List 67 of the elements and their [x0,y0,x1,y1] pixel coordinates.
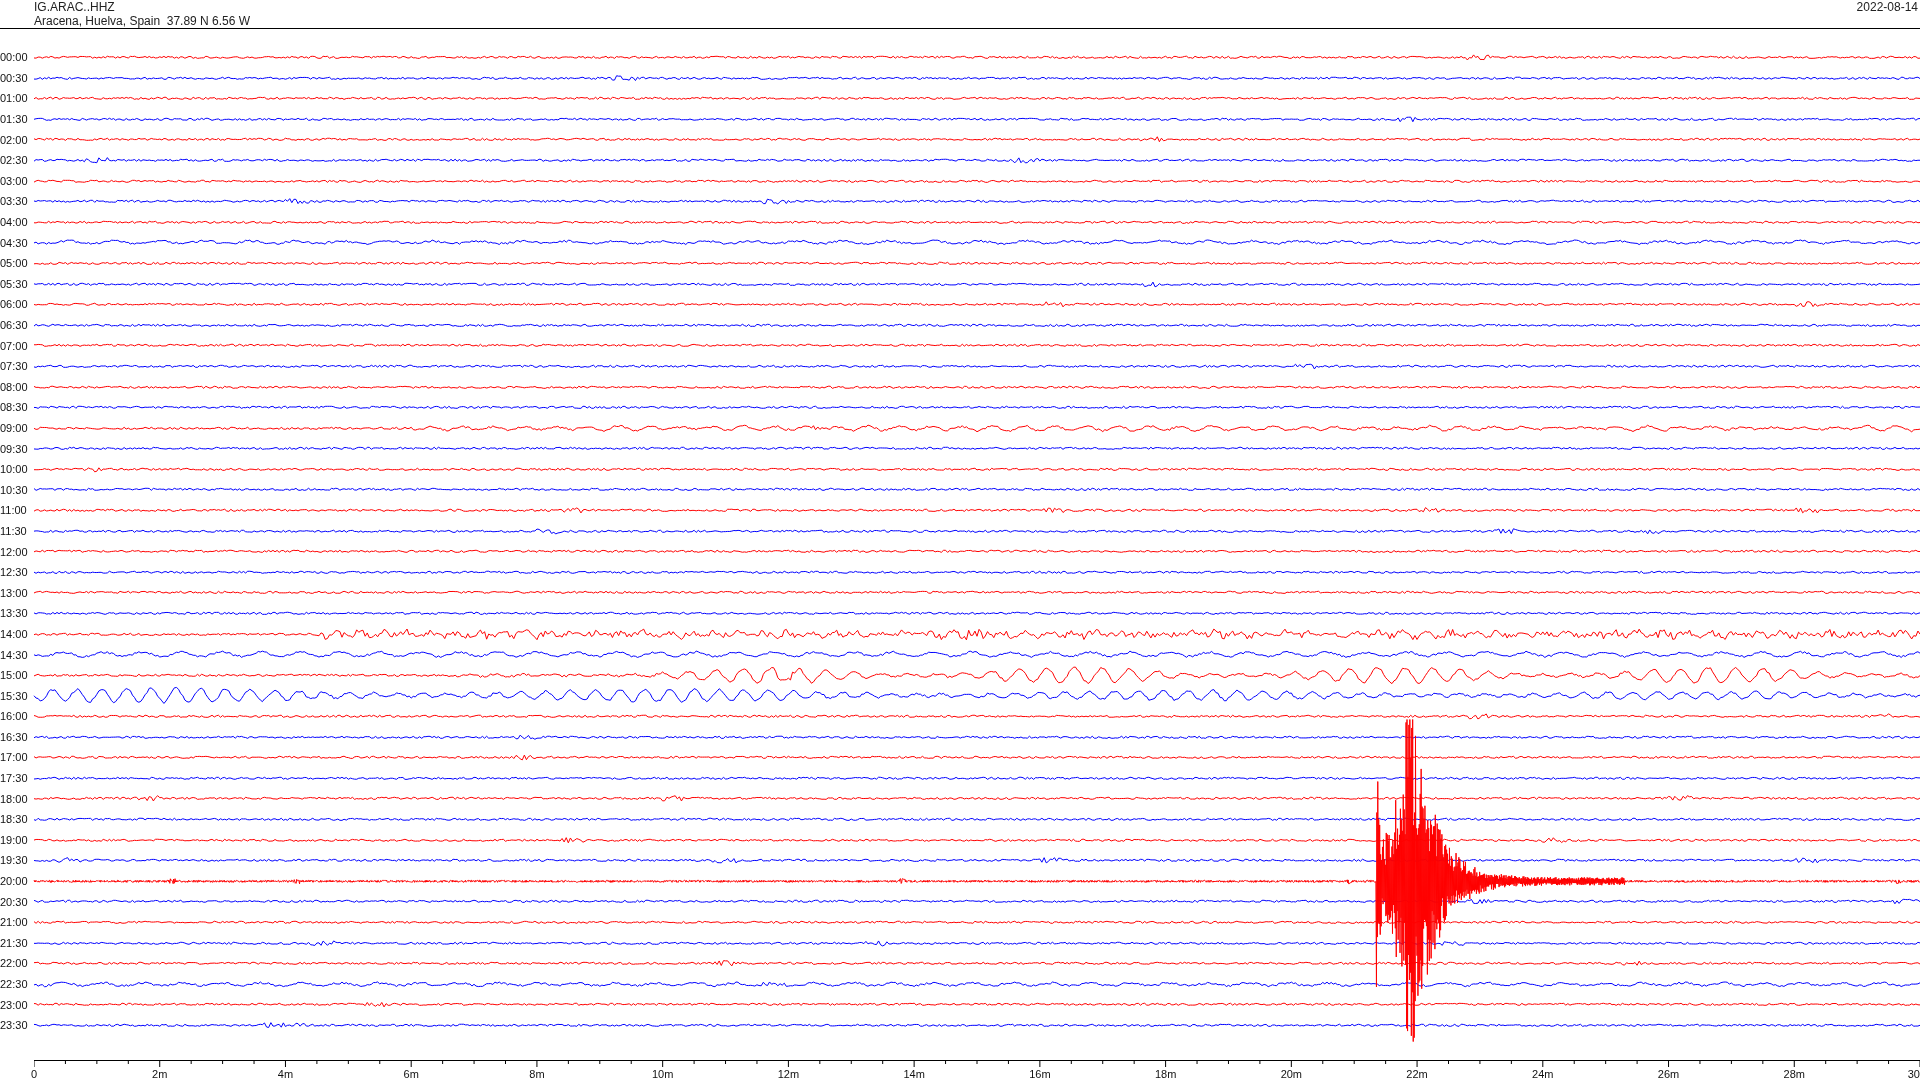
axis-tick-label: 14m [903,1067,925,1080]
time-label: 13:30 [0,607,29,620]
time-label: 23:30 [0,1019,29,1032]
axis-tick-label: 18m [1154,1067,1177,1080]
time-label: 20:00 [0,875,29,888]
time-label: 18:00 [0,792,29,805]
time-label: 02:00 [0,133,29,146]
time-label: 07:00 [0,339,29,352]
time-label: 13:00 [0,586,29,599]
time-label: 19:00 [0,833,29,846]
time-label: 11:30 [0,524,28,537]
time-label: 09:30 [0,442,29,455]
time-label: 11:00 [0,504,28,517]
date-label: 2022-08-14 [1856,0,1918,16]
time-label: 03:30 [0,195,29,208]
axis-tick-label: 2m [152,1067,168,1080]
axis-tick-label: 22m [1406,1067,1428,1080]
axis-tick-label: 8m [529,1067,545,1080]
axis-tick-label: 16m [1029,1067,1051,1080]
axis-tick-label: 28m [1783,1067,1805,1080]
time-label: 22:00 [0,957,29,970]
axis-tick-label: 20m [1280,1067,1303,1080]
time-label: 21:00 [0,916,29,929]
time-label: 12:30 [0,566,29,579]
time-label: 20:30 [0,895,29,908]
time-label: 14:30 [0,648,29,661]
time-label: 10:30 [0,483,29,496]
time-label: 00:30 [0,71,29,84]
axis-tick-label: 6m [403,1067,419,1080]
time-label: 00:00 [0,51,29,64]
time-label: 19:30 [0,854,29,867]
axis-tick-label: 4m [277,1067,294,1080]
time-label: 23:00 [0,998,29,1011]
time-label: 07:30 [0,360,29,373]
time-label: 05:00 [0,257,29,270]
time-label: 16:00 [0,710,29,723]
time-label: 17:30 [0,772,29,785]
time-label: 15:00 [0,669,29,682]
time-label: 09:00 [0,422,29,434]
time-label: 08:00 [0,380,29,393]
axis-tick-label: 0 [31,1067,38,1080]
time-label: 18:30 [0,813,29,826]
time-label: 14:00 [0,627,29,640]
time-label: 16:30 [0,730,29,743]
time-label: 01:00 [0,92,29,105]
axis-tick-label: 26m [1657,1067,1680,1080]
time-label: 15:30 [0,689,29,702]
time-label: 06:00 [0,298,29,311]
axis-tick-label: 30 [1907,1067,1920,1080]
time-label: 22:30 [0,978,29,990]
axis-tick-label: 12m [777,1067,800,1080]
time-label: 12:00 [0,545,29,558]
time-label: 10:00 [0,463,29,476]
station-code: IG.ARAC..HHZ [34,0,116,14]
station-location: Aracena, Huelva, Spain 37.89 N 6.56 W [34,14,251,28]
time-label: 03:00 [0,174,29,187]
axis-tick-label: 24m [1532,1067,1554,1080]
time-label: 21:30 [0,936,29,949]
axis-tick-label: 10m [651,1067,674,1080]
time-label: 17:00 [0,751,29,764]
time-label: 01:30 [0,113,29,126]
time-label: 08:30 [0,401,29,414]
time-label: 06:30 [0,319,29,331]
time-label: 02:30 [0,154,29,167]
time-label: 05:30 [0,277,29,290]
time-label: 04:30 [0,236,29,249]
time-label: 04:00 [0,216,29,229]
